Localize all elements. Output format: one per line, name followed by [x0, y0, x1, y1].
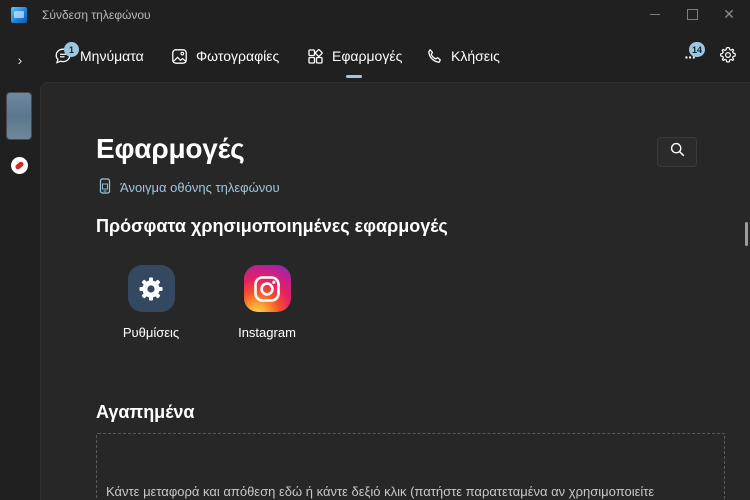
photo-icon: [171, 48, 188, 65]
phone-link-app-icon: [11, 7, 27, 23]
maximize-button[interactable]: [675, 2, 709, 26]
notifications-count-badge: 14: [689, 42, 706, 57]
phone-thumbnail[interactable]: [6, 92, 32, 140]
search-button[interactable]: [657, 137, 697, 167]
messages-count-badge: 1: [64, 42, 79, 57]
tab-apps-label: Εφαρμογές: [332, 48, 403, 64]
tab-calls-label: Κλήσεις: [451, 48, 500, 64]
tab-photos-label: Φωτογραφίες: [196, 48, 280, 64]
settings-app-icon: [127, 265, 175, 312]
phone-icon: [426, 48, 443, 65]
tab-calls[interactable]: Κλήσεις: [426, 44, 500, 68]
main-content: Εφαρμογές Άνοιγμα οθόνης τηλεφώνου Πρόσφ…: [40, 82, 750, 500]
apps-grid-icon: [307, 48, 324, 65]
recent-app-instagram-label: Instagram: [238, 325, 296, 340]
favorites-heading: Αγαπημένα: [96, 402, 195, 422]
pinned-app-icon[interactable]: [11, 157, 28, 174]
close-button[interactable]: ✕: [712, 2, 746, 26]
recent-app-settings-label: Ρυθμίσεις: [122, 325, 180, 340]
tab-photos[interactable]: Φωτογραφίες: [171, 44, 279, 68]
gear-icon: [719, 46, 737, 69]
phone-screen-icon: [99, 178, 111, 197]
active-tab-indicator: [346, 75, 362, 78]
favorites-drop-zone-text: Κάντε μεταφορά και απόθεση εδώ ή κάντε δ…: [106, 484, 655, 499]
scrollbar-thumb[interactable]: [745, 222, 748, 246]
search-icon: [670, 142, 685, 162]
left-rail: ›: [0, 30, 40, 500]
recent-app-instagram[interactable]: Instagram: [224, 265, 310, 340]
recent-app-settings[interactable]: Ρυθμίσεις: [108, 265, 194, 340]
favorites-drop-zone[interactable]: Κάντε μεταφορά και απόθεση εδώ ή κάντε δ…: [96, 433, 725, 500]
open-phone-screen-link[interactable]: Άνοιγμα οθόνης τηλεφώνου: [99, 178, 280, 197]
top-navigation: Μηνύματα 1 Φωτογραφίες Εφαρμογές Κλήσεις…: [40, 30, 750, 82]
tab-messages-label: Μηνύματα: [80, 48, 144, 64]
tab-apps[interactable]: Εφαρμογές: [307, 44, 402, 68]
recent-apps-heading: Πρόσφατα χρησιμοποιημένες εφαρμογές: [96, 216, 448, 236]
title-bar: Σύνδεση τηλεφώνου ✕: [0, 0, 750, 30]
window-title: Σύνδεση τηλεφώνου: [42, 8, 151, 22]
instagram-app-icon: [243, 265, 291, 312]
settings-button[interactable]: [718, 46, 738, 68]
page-title: Εφαρμογές: [96, 133, 245, 164]
minimize-button[interactable]: [638, 2, 672, 26]
expand-rail-button[interactable]: ›: [10, 50, 30, 70]
open-phone-screen-label: Άνοιγμα οθόνης τηλεφώνου: [120, 180, 280, 195]
